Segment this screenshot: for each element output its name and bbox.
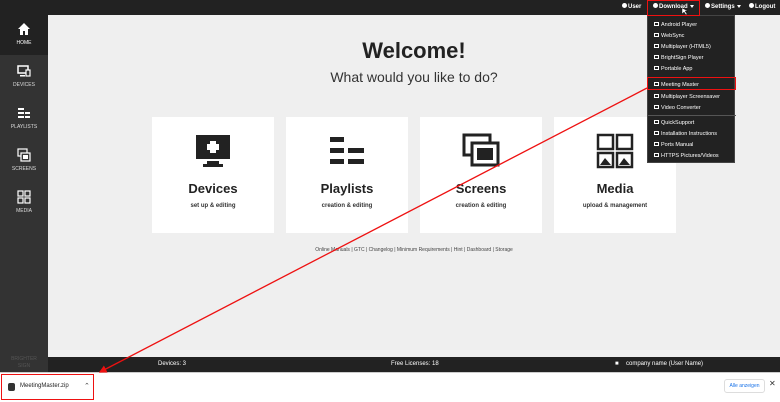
mouse-cursor-icon bbox=[681, 7, 689, 16]
annotation-arrow bbox=[98, 7, 689, 373]
